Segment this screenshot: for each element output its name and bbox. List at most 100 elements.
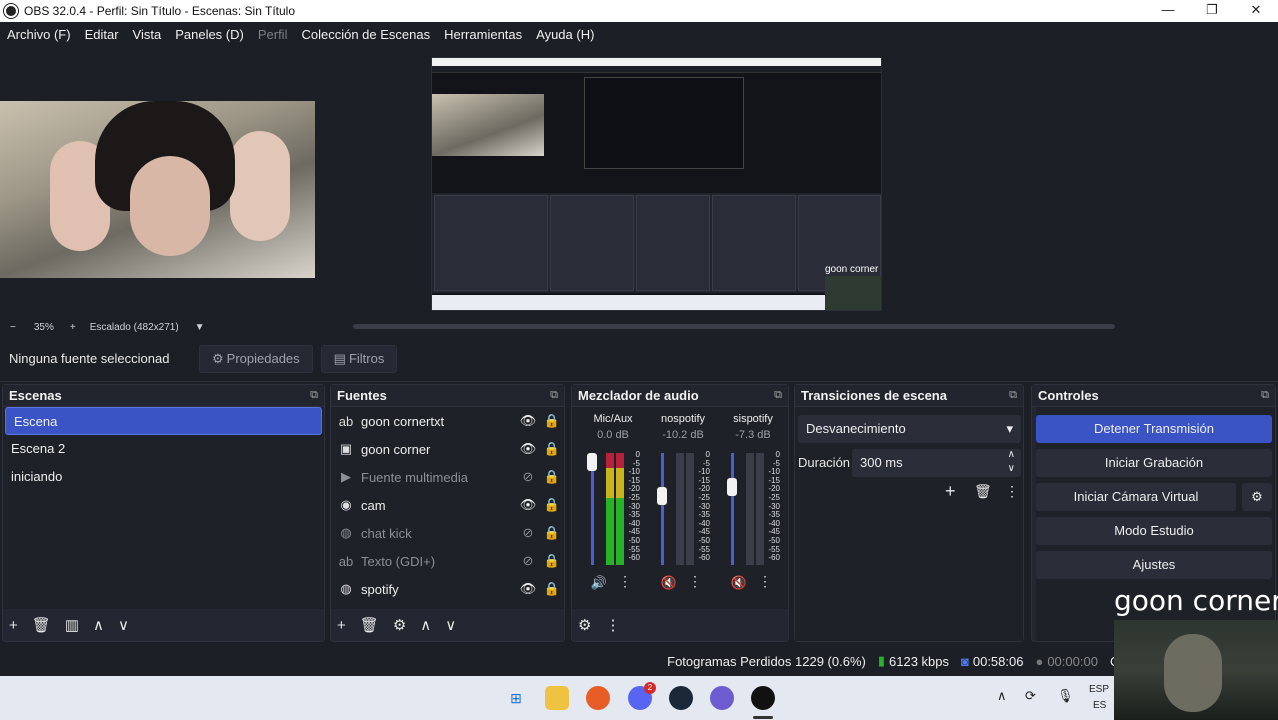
channel-menu-icon[interactable]: ⋮ [618,573,632,590]
add-source-icon[interactable]: + [337,617,346,634]
source-name: cam [361,497,386,513]
eye-hidden-icon[interactable]: ⊘ [516,553,540,569]
tray-chevron-up-icon[interactable]: ∧ [997,688,1007,704]
start-record-button[interactable]: Iniciar Grabación [1036,449,1272,477]
maximize-button[interactable]: ❐ [1190,0,1234,22]
zoom-out-button[interactable]: − [10,322,16,333]
source-properties-icon[interactable]: ⚙ [393,616,406,634]
source-item[interactable]: ◍ spotify 👁 🔒 [331,575,564,603]
display-capture-source[interactable]: goon corner [431,57,882,311]
settings-button[interactable]: Ajustes [1036,551,1272,579]
menu-herramientas[interactable]: Herramientas [437,27,529,42]
source-item[interactable]: ▶ Fuente multimedia ⊘ 🔒 [331,463,564,491]
zoom-in-button[interactable]: + [70,322,76,333]
volume-slider-handle[interactable] [727,477,737,496]
volume-slider[interactable] [731,453,734,565]
transition-menu-icon[interactable]: ⋮ [1005,483,1019,500]
source-item[interactable]: ◉ cam 👁 🔒 [331,491,564,519]
scene-filters-icon[interactable]: ▥ [65,616,79,634]
scale-dropdown-icon[interactable]: ▼ [195,322,205,333]
lock-icon[interactable]: 🔒 [540,553,564,569]
add-transition-icon[interactable]: + [945,481,956,502]
source-item[interactable]: ab goon cornertxt 👁 🔒 [331,407,564,435]
scene-item[interactable]: Escena [5,407,322,435]
remove-source-icon[interactable]: 🗑 [360,616,379,634]
muted-speaker-icon[interactable]: 🔇 [658,573,680,593]
menu-editar[interactable]: Editar [78,27,126,42]
eye-icon[interactable]: 👁 [516,413,540,429]
menu-vista[interactable]: Vista [126,27,169,42]
eye-icon[interactable]: 👁 [516,581,540,597]
volume-slider-handle[interactable] [657,486,667,505]
undock-icon[interactable]: ⧉ [774,389,782,402]
start-virtual-cam-button[interactable]: Iniciar Cámara Virtual [1036,483,1236,511]
lock-icon[interactable]: 🔒 [540,525,564,541]
language-indicator[interactable]: ESP [1089,684,1109,695]
channel-menu-icon[interactable]: ⋮ [758,573,772,590]
transition-type: Desvanecimiento [806,421,906,436]
undock-icon[interactable]: ⧉ [550,389,558,402]
undock-icon[interactable]: ⧉ [1261,389,1269,402]
muted-speaker-icon[interactable]: 🔇 [728,573,750,593]
move-up-icon[interactable]: ∧ [93,616,104,634]
file-explorer-icon[interactable] [545,686,569,710]
scene-item[interactable]: iniciando [3,463,324,491]
source-item[interactable]: ▣ goon corner 👁 🔒 [331,435,564,463]
lock-icon[interactable]: 🔒 [540,413,564,429]
properties-button[interactable]: ⚙ Propiedades [199,344,313,373]
move-up-icon[interactable]: ∧ [420,616,431,634]
mixer-menu-icon[interactable]: ⋮ [605,616,620,634]
filters-button[interactable]: ▤ Filtros [320,344,398,373]
eye-hidden-icon[interactable]: ⊘ [516,525,540,541]
eye-hidden-icon[interactable]: ⊘ [516,469,540,485]
speaker-icon[interactable]: 🔊 [588,573,610,593]
add-scene-icon[interactable]: + [9,617,18,634]
lock-icon[interactable]: 🔒 [540,469,564,485]
minimize-button[interactable]: — [1146,0,1190,22]
source-item[interactable]: ◍ chat kick ⊘ 🔒 [331,519,564,547]
lock-icon[interactable]: 🔒 [540,497,564,513]
zoom-percent: 35% [33,321,54,333]
channel-menu-icon[interactable]: ⋮ [688,573,702,590]
preview-scrollbar[interactable] [353,324,1115,329]
undock-icon[interactable]: ⧉ [310,389,318,402]
menu-coleccion-escenas[interactable]: Colección de Escenas [294,27,437,42]
virtual-cam-settings-button[interactable]: ⚙ [1242,483,1272,511]
studio-mode-button[interactable]: Modo Estudio [1036,517,1272,545]
obs-taskbar-icon[interactable] [751,686,775,710]
menu-perfil[interactable]: Perfil [251,27,295,42]
microphone-icon[interactable]: 🎙 [1057,688,1074,704]
scenes-toolbar: + 🗑 ▥ ∧ ∨ [3,609,324,641]
lock-icon[interactable]: 🔒 [540,581,564,597]
menu-archivo[interactable]: Archivo (F) [0,27,78,42]
windows-start-icon[interactable]: ⊞ [504,686,528,710]
preview-canvas[interactable]: goon corner [0,46,1278,318]
controls-header: Controles ⧉ [1032,385,1275,407]
remove-scene-icon[interactable]: 🗑 [32,616,51,634]
volume-slider-handle[interactable] [587,452,597,471]
webcam-source[interactable] [0,101,315,278]
volume-slider[interactable] [661,453,664,565]
scene-item[interactable]: Escena 2 [3,435,324,463]
duration-spinbox[interactable]: 300 ms ∧ ∨ [852,449,1021,477]
menu-paneles[interactable]: Paneles (D) [168,27,251,42]
spin-down-icon[interactable]: ∨ [1008,455,1015,483]
move-down-icon[interactable]: ∨ [445,616,456,634]
obs-logo-icon [4,4,18,18]
chat-app-icon[interactable] [710,686,734,710]
transition-select[interactable]: Desvanecimiento ▾ [798,415,1021,443]
undock-icon[interactable]: ⧉ [1009,389,1017,402]
eye-icon[interactable]: 👁 [516,497,540,513]
eye-icon[interactable]: 👁 [516,441,540,457]
move-down-icon[interactable]: ∨ [118,616,129,634]
steam-icon[interactable] [669,686,693,710]
source-item[interactable]: ab Texto (GDI+) ⊘ 🔒 [331,547,564,575]
sync-icon[interactable]: ⟳ [1025,688,1036,704]
menu-ayuda[interactable]: Ayuda (H) [529,27,601,42]
firefox-icon[interactable] [586,686,610,710]
lock-icon[interactable]: 🔒 [540,441,564,457]
remove-transition-icon[interactable]: 🗑 [974,483,992,500]
stop-stream-button[interactable]: Detener Transmisión [1036,415,1272,443]
close-button[interactable]: ✕ [1234,0,1278,22]
advanced-audio-icon[interactable]: ⚙ [578,616,591,634]
